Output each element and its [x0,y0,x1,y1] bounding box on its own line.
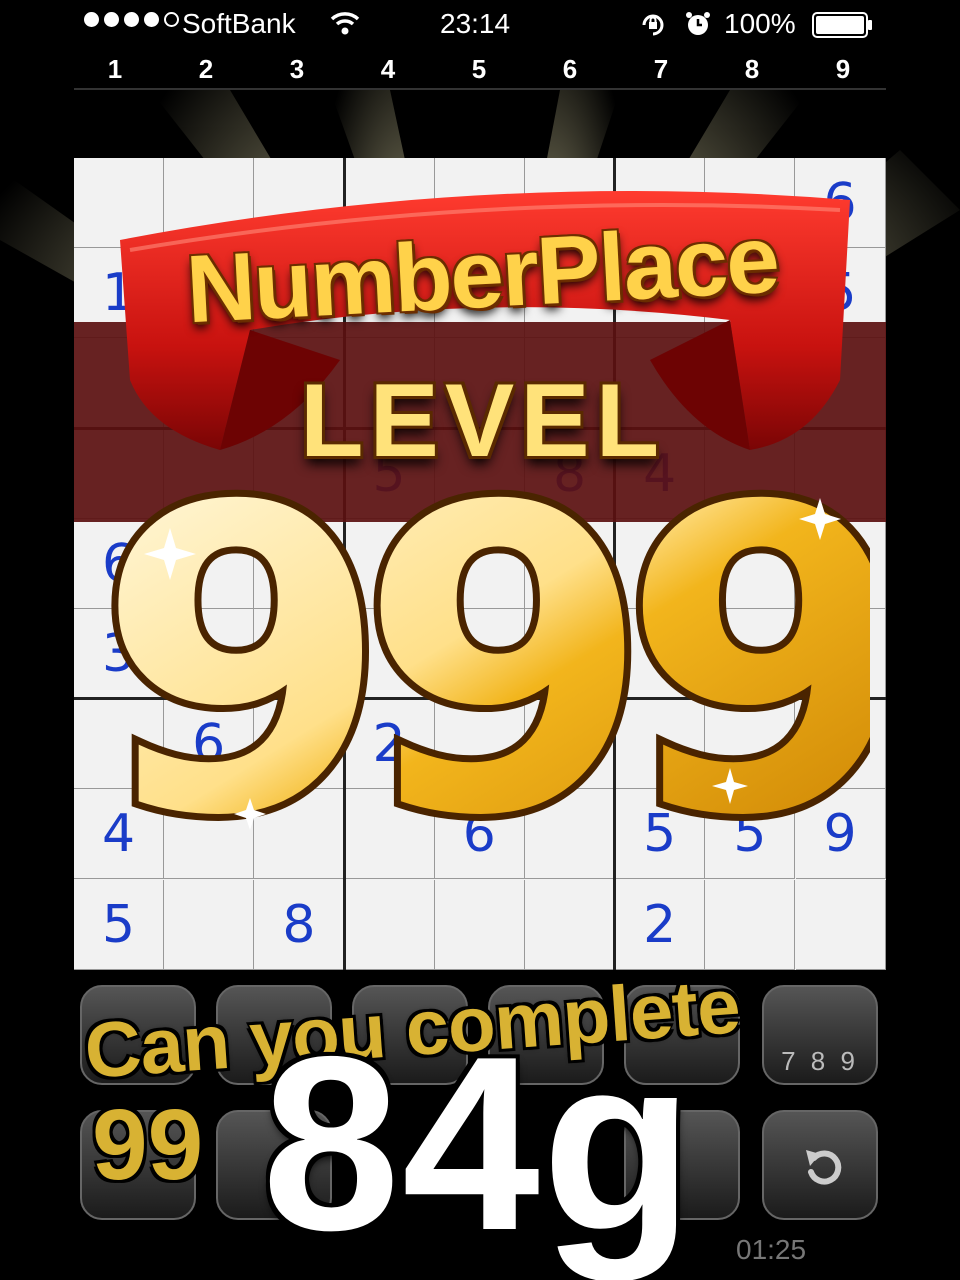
column-number: 2 [198,54,214,84]
sudoku-cell[interactable] [164,879,255,970]
sudoku-cell[interactable] [434,879,525,970]
alarm-icon [686,12,710,35]
wifi-icon [330,12,360,35]
game-timer: 01:25 [736,1234,807,1265]
column-number: 3 [289,54,305,84]
column-number: 7 [653,54,669,84]
column-number: 6 [562,54,578,84]
carrier-name: SoftBank [182,8,296,39]
battery-icon [812,12,872,38]
sudoku-cell[interactable]: 5 [74,879,164,970]
signal-strength-icon [84,12,179,27]
column-number: 8 [744,54,760,84]
app-screen: SoftBank 23:14 100% 1 2 3 4 5 6 7 8 9 1 … [0,0,960,1280]
column-number-header: 1 2 3 4 5 6 7 8 9 [70,50,890,90]
column-number: 9 [835,54,851,84]
keypad-key-label: 7 8 9 [781,1046,859,1076]
undo-button[interactable] [762,1110,878,1220]
sudoku-cell[interactable]: 8 [254,879,345,970]
battery-percentage: 100% [724,8,796,39]
sudoku-cell[interactable]: 2 [615,879,706,970]
column-number: 5 [471,54,487,84]
clock-time: 23:14 [440,8,511,39]
level-label: LEVEL [300,363,666,479]
level-number-graphic: 999 [110,468,870,848]
promo-subline: 99 [92,1089,204,1201]
column-number: 4 [380,54,396,84]
column-number: 1 [107,54,123,84]
rotation-lock-icon [642,14,664,36]
header-divider [74,88,886,90]
app-size-label: 84g [262,1004,696,1280]
undo-icon [806,1150,842,1185]
sudoku-cell[interactable] [525,879,615,970]
level-number-text: 999 [110,468,870,848]
status-bar: SoftBank 23:14 100% [0,0,960,50]
sudoku-cell[interactable] [344,879,435,970]
